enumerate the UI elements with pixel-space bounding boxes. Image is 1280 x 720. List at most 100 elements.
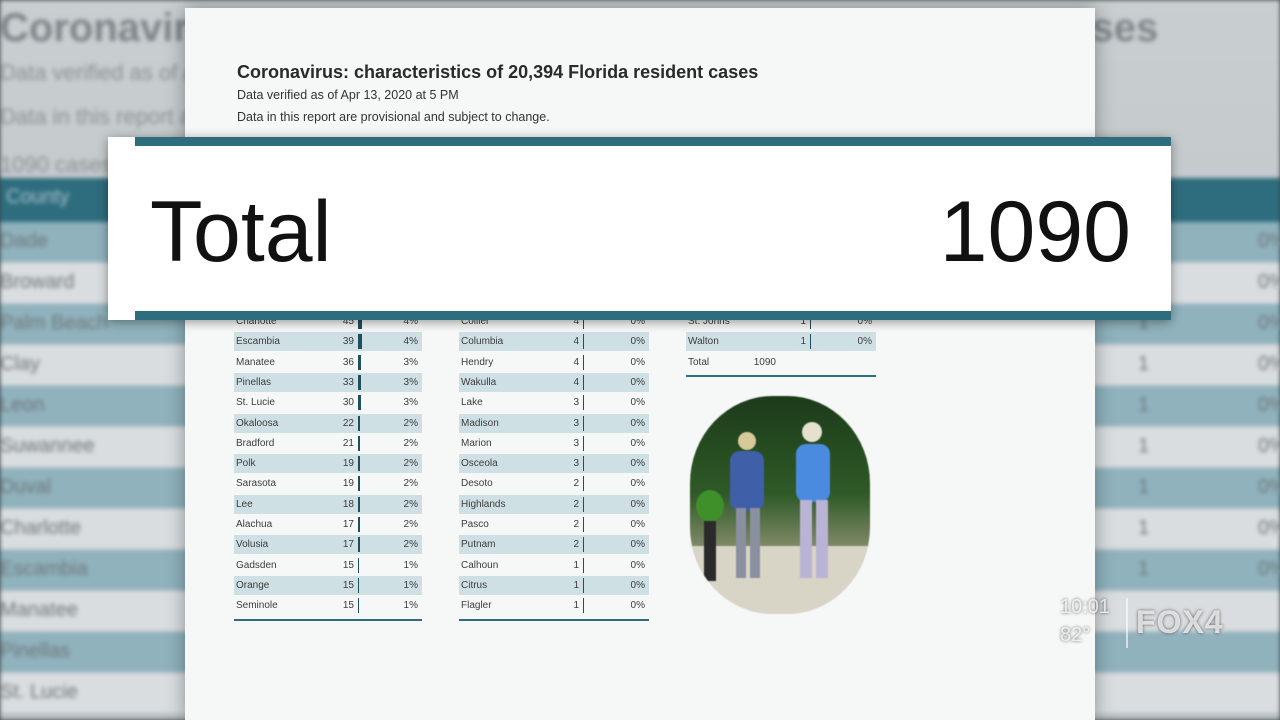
report-verified-date: Data verified as of Apr 13, 2020 at 5 PM (237, 88, 459, 102)
banner-top-rule (135, 137, 1171, 146)
percent-bar (583, 395, 584, 411)
percent-bar (810, 334, 811, 350)
county-name: Lee (236, 498, 253, 510)
table-row: Madison 3 0% (459, 413, 649, 433)
county-name: Okaloosa (236, 417, 279, 429)
percent-bar (583, 435, 584, 451)
case-percent: 0% (630, 539, 645, 551)
background-percent: 0% (1258, 435, 1280, 457)
table-row: Manatee 36 3% (234, 353, 422, 372)
county-name: Sarasota (236, 478, 277, 490)
case-count: 4 (573, 376, 579, 388)
table-row: Hendry 4 0% (459, 353, 649, 372)
table-bottom-rule (234, 618, 422, 621)
table-row: Sarasota 19 2% (234, 474, 422, 493)
table-row: Highlands 2 0% (459, 494, 649, 514)
case-percent: 0% (630, 356, 645, 368)
county-name: Walton (688, 336, 719, 348)
background-percent: 0% (1258, 312, 1280, 334)
table-row: Columbia 4 0% (459, 332, 649, 352)
case-percent: 1% (403, 600, 418, 612)
case-count: 2 (573, 539, 579, 551)
background-county: Charlotte (0, 517, 82, 539)
percent-bar (358, 334, 362, 350)
table-row: Marion 3 0% (459, 434, 649, 453)
case-count: 1 (573, 559, 579, 571)
percent-bar (583, 354, 584, 370)
background-percent: 0% (1258, 558, 1280, 580)
county-name: Pasco (461, 519, 489, 530)
table-row: Gadsden 15 1% (234, 556, 422, 575)
background-count: 1 (1138, 394, 1150, 416)
case-percent: 0% (630, 397, 645, 409)
county-name: St. Lucie (236, 397, 275, 409)
county-name: Madison (461, 417, 499, 429)
county-name: Calhoun (461, 559, 499, 571)
background-county: Manatee (0, 599, 78, 621)
case-count: 1 (573, 600, 579, 612)
percent-bar (583, 517, 584, 532)
case-count: 2 (573, 498, 579, 510)
background-count: 1 (1138, 435, 1150, 457)
case-count: 3 (573, 437, 579, 449)
background-county: Clay (0, 353, 41, 375)
bug-divider (1126, 598, 1128, 648)
fox4-logo: FOX4 (1136, 604, 1224, 640)
county-name: Pinellas (236, 376, 272, 388)
percent-bar (583, 374, 584, 390)
percent-bar (358, 577, 359, 593)
table-row: Pasco 2 0% (459, 515, 649, 534)
case-percent: 2% (403, 458, 418, 470)
percent-bar (358, 374, 361, 390)
background-count: 1 (1138, 517, 1150, 539)
background-county: Dade (0, 230, 48, 252)
county-name: Flagler (461, 600, 492, 612)
case-count: 2 (573, 478, 579, 490)
background-county: Escambia (0, 558, 88, 580)
background-line: 1090 cases (0, 152, 113, 177)
case-percent: 0% (857, 336, 872, 348)
county-name: Columbia (461, 336, 504, 348)
percent-bar (358, 435, 360, 451)
table-row: Pinellas 33 3% (234, 372, 422, 392)
report-disclaimer: Data in this report are provisional and … (237, 110, 550, 124)
county-name: Lake (461, 397, 483, 409)
background-percent: 0% (1258, 353, 1280, 375)
percent-bar (358, 598, 359, 614)
table-row: Wakulla 4 0% (459, 372, 649, 392)
case-count: 39 (342, 336, 354, 348)
percent-bar (358, 456, 360, 472)
percent-bar (583, 598, 584, 614)
case-count: 33 (342, 376, 354, 388)
table-row: Calhoun 1 0% (459, 556, 649, 575)
percent-bar (358, 354, 361, 370)
county-name: Gadsden (236, 559, 277, 571)
county-name: Manatee (236, 356, 275, 368)
case-count: 15 (342, 579, 354, 591)
report-title: Coronavirus: characteristics of 20,394 F… (237, 62, 759, 82)
banner-total-value: 1090 (939, 184, 1131, 280)
percent-bar (583, 334, 584, 350)
table-row: Bradford 21 2% (234, 434, 422, 453)
background-county: Leon (0, 394, 45, 416)
percent-bar (358, 476, 360, 492)
case-percent: 1% (403, 559, 418, 571)
county-name: Osceola (461, 458, 498, 470)
background-percent: 0% (1258, 394, 1280, 416)
case-percent: 0% (630, 519, 645, 530)
county-name: Polk (236, 458, 256, 470)
background-header-label: County (6, 186, 70, 208)
table-row: Flagler 1 0% (459, 596, 649, 615)
percent-bar (583, 415, 584, 431)
background-county: Duval (0, 476, 52, 498)
percent-bar (358, 496, 360, 512)
background-percent: 0% (1258, 271, 1280, 293)
county-name: Alachua (236, 519, 273, 530)
case-percent: 3% (403, 356, 418, 368)
case-percent: 0% (630, 458, 645, 470)
background-count: 1 (1138, 558, 1150, 580)
table-row: Seminole 15 1% (234, 596, 422, 615)
background-county: St. Lucie (0, 681, 78, 703)
background-percent: 0% (1258, 517, 1280, 539)
table-row: Walton 1 0% (686, 332, 876, 352)
